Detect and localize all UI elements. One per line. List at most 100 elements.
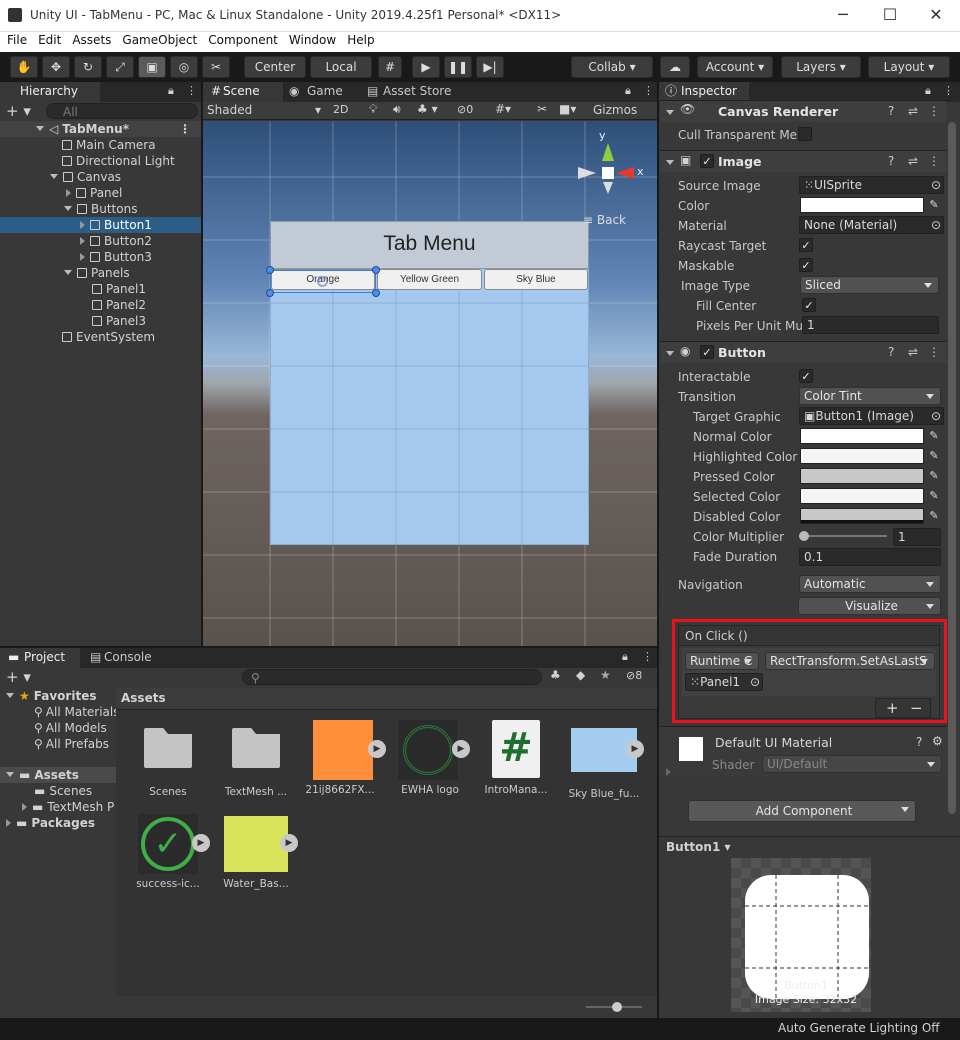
hierarchy-search-input[interactable]: All bbox=[46, 103, 198, 119]
tab-project[interactable]: ▬ Project bbox=[0, 648, 80, 668]
asset-ewha-logo[interactable]: ▶ EWHA logo bbox=[392, 720, 470, 796]
favorite-star-icon[interactable]: ★ bbox=[600, 668, 611, 682]
menu-assets[interactable]: Assets bbox=[65, 32, 115, 49]
hierarchy-item-main-camera[interactable]: Main Camera bbox=[0, 137, 201, 153]
help-icon[interactable]: ? bbox=[888, 104, 894, 118]
effects-icon[interactable]: ♣ ▾ bbox=[417, 102, 438, 116]
hierarchy-item-buttons[interactable]: Buttons bbox=[0, 201, 201, 217]
gear-icon[interactable]: ⚙ bbox=[932, 734, 943, 748]
hierarchy-item-canvas[interactable]: Canvas bbox=[0, 169, 201, 185]
lock-icon[interactable]: 🔒︎ bbox=[925, 84, 931, 98]
context-menu-icon[interactable]: ⋮ bbox=[928, 104, 940, 118]
preview-dropdown[interactable]: Button1 ▾ bbox=[666, 840, 731, 854]
tree-all-materials[interactable]: ⚲ All Materials bbox=[0, 704, 120, 720]
snap-icon[interactable]: # bbox=[378, 56, 402, 78]
zoom-slider-thumb[interactable] bbox=[612, 1002, 622, 1012]
runtime-dropdown[interactable]: Runtime C bbox=[685, 652, 759, 670]
grid-icon[interactable]: #▾ bbox=[495, 102, 511, 116]
image-enabled-checkbox[interactable]: ✓ bbox=[700, 154, 714, 168]
eyedropper-icon[interactable]: ✎ bbox=[926, 508, 942, 524]
step-button[interactable]: ▶| bbox=[476, 56, 504, 78]
shading-dropdown[interactable]: Shaded ▾ bbox=[207, 103, 325, 117]
filter-label-icon[interactable]: ◆ bbox=[576, 668, 585, 682]
asset-textmesh[interactable]: TextMesh ... bbox=[218, 722, 294, 798]
eyedropper-icon[interactable]: ✎ bbox=[926, 197, 942, 213]
hierarchy-item-panel1[interactable]: Panel1 bbox=[0, 281, 201, 297]
shader-dropdown[interactable]: UI/Default bbox=[762, 755, 942, 773]
tree-packages[interactable]: ▬ Packages bbox=[0, 815, 116, 831]
asset-orange-sprite[interactable]: ▶ 21ij8662FX... bbox=[302, 720, 386, 796]
preset-icon[interactable]: ⇌ bbox=[908, 345, 918, 359]
tab-inspector[interactable]: ⓘ Inspector bbox=[659, 82, 749, 102]
rect-tool-icon[interactable]: ▣ bbox=[138, 56, 166, 78]
add-component-button[interactable]: Add Component bbox=[688, 800, 916, 822]
object-picker-icon[interactable]: ⊙ bbox=[931, 177, 941, 193]
eyedropper-icon[interactable]: ✎ bbox=[926, 488, 942, 504]
tab-game[interactable]: ◉ Game bbox=[287, 82, 363, 102]
hierarchy-item-button2[interactable]: Button2 bbox=[0, 233, 201, 249]
object-picker-icon[interactable]: ⊙ bbox=[931, 217, 941, 233]
rect-handle-tr[interactable] bbox=[372, 266, 380, 274]
eyedropper-icon[interactable]: ✎ bbox=[926, 448, 942, 464]
function-dropdown[interactable]: RectTransform.SetAsLastS bbox=[765, 652, 935, 670]
preset-icon[interactable]: ⇌ bbox=[908, 154, 918, 168]
tree-assets[interactable]: ▬ Assets bbox=[0, 767, 116, 783]
expand-icon[interactable]: ▶ bbox=[452, 740, 470, 758]
maximize-button[interactable]: ☐ bbox=[867, 0, 913, 32]
tree-all-models[interactable]: ⚲ All Models bbox=[0, 720, 116, 736]
cloud-icon[interactable]: ☁ bbox=[660, 56, 690, 78]
menu-icon[interactable]: ⋮ bbox=[642, 650, 653, 663]
pixels-per-unit-field[interactable]: 1 bbox=[802, 316, 939, 334]
color-swatch[interactable] bbox=[800, 197, 924, 213]
hand-tool-icon[interactable]: ✋ bbox=[10, 56, 38, 78]
image-type-dropdown[interactable]: Sliced bbox=[800, 276, 939, 294]
image-header[interactable]: ▣ ✓ Image ? ⇌ ⋮ bbox=[660, 150, 946, 172]
expand-arrow-icon[interactable] bbox=[666, 106, 679, 120]
hierarchy-item-eventsystem[interactable]: EventSystem bbox=[0, 329, 201, 345]
canvas-renderer-header[interactable]: 👁︎ Canvas Renderer ? ⇌ ⋮ bbox=[660, 100, 946, 122]
menu-icon[interactable]: ⋮ bbox=[943, 84, 954, 97]
menu-help[interactable]: Help bbox=[340, 32, 378, 49]
rect-handle-bl[interactable] bbox=[266, 289, 274, 297]
object-picker-icon[interactable]: ⊙ bbox=[750, 674, 760, 690]
scene-menu-icon[interactable]: ⋮ bbox=[179, 121, 191, 137]
tab-console[interactable]: ▤ Console bbox=[84, 648, 164, 668]
rotate-tool-icon[interactable]: ↻ bbox=[74, 56, 102, 78]
fill-center-checkbox[interactable]: ✓ bbox=[802, 298, 816, 312]
normal-color-swatch[interactable] bbox=[800, 428, 924, 444]
asset-scenes[interactable]: Scenes bbox=[130, 722, 206, 798]
lock-icon[interactable]: 🔒︎ bbox=[625, 84, 631, 98]
expand-icon[interactable]: ▶ bbox=[626, 740, 644, 758]
inspector-scrollbar[interactable] bbox=[948, 122, 956, 814]
menu-gameobject[interactable]: GameObject bbox=[115, 32, 201, 49]
hierarchy-item-button1[interactable]: Button1 bbox=[0, 217, 201, 233]
maskable-checkbox[interactable]: ✓ bbox=[799, 258, 813, 272]
filter-type-icon[interactable]: ♣ bbox=[550, 668, 561, 682]
context-menu-icon[interactable]: ⋮ bbox=[928, 154, 940, 168]
help-icon[interactable]: ? bbox=[888, 154, 894, 168]
mode-2d-button[interactable]: 2D bbox=[333, 103, 348, 116]
project-create-button[interactable]: + ▾ bbox=[6, 668, 31, 686]
rect-handle-br[interactable] bbox=[372, 289, 380, 297]
menu-window[interactable]: Window bbox=[282, 32, 340, 49]
scene-viewport[interactable]: Tab Menu Orange Yellow Green Sky Blue y … bbox=[203, 121, 657, 646]
gizmos-dropdown[interactable]: Gizmos bbox=[593, 103, 637, 117]
tools-icon[interactable]: ✂ bbox=[537, 102, 547, 116]
hidden-objects-icon[interactable]: ⊘0 bbox=[457, 103, 473, 116]
custom-tool-icon[interactable]: ✂ bbox=[202, 56, 230, 78]
layers-dropdown[interactable]: Layers ▾ bbox=[781, 56, 861, 78]
asset-sky-blue[interactable]: ▶ Sky Blue_fu... bbox=[566, 720, 644, 800]
project-search-input[interactable]: ⚲ bbox=[242, 669, 542, 685]
asset-water-basic[interactable]: ▶ Water_Bas... bbox=[218, 814, 298, 890]
object-picker-icon[interactable]: ⊙ bbox=[931, 408, 941, 424]
pivot-center-button[interactable]: Center bbox=[244, 56, 306, 78]
audio-icon[interactable]: 🔊︎ bbox=[393, 102, 401, 117]
tree-all-prefabs[interactable]: ⚲ All Prefabs bbox=[0, 736, 116, 752]
tab-hierarchy[interactable]: Hierarchy bbox=[0, 82, 100, 102]
ui-button-yellow-green[interactable]: Yellow Green bbox=[377, 269, 482, 290]
highlighted-color-swatch[interactable] bbox=[800, 448, 924, 464]
target-object-field[interactable]: ⁙Panel1 ⊙ bbox=[685, 673, 763, 691]
menu-edit[interactable]: Edit bbox=[31, 32, 65, 49]
tree-favorites[interactable]: ★ Favorites bbox=[0, 688, 116, 704]
asset-intro-manager-script[interactable]: # IntroMana... bbox=[478, 720, 554, 796]
